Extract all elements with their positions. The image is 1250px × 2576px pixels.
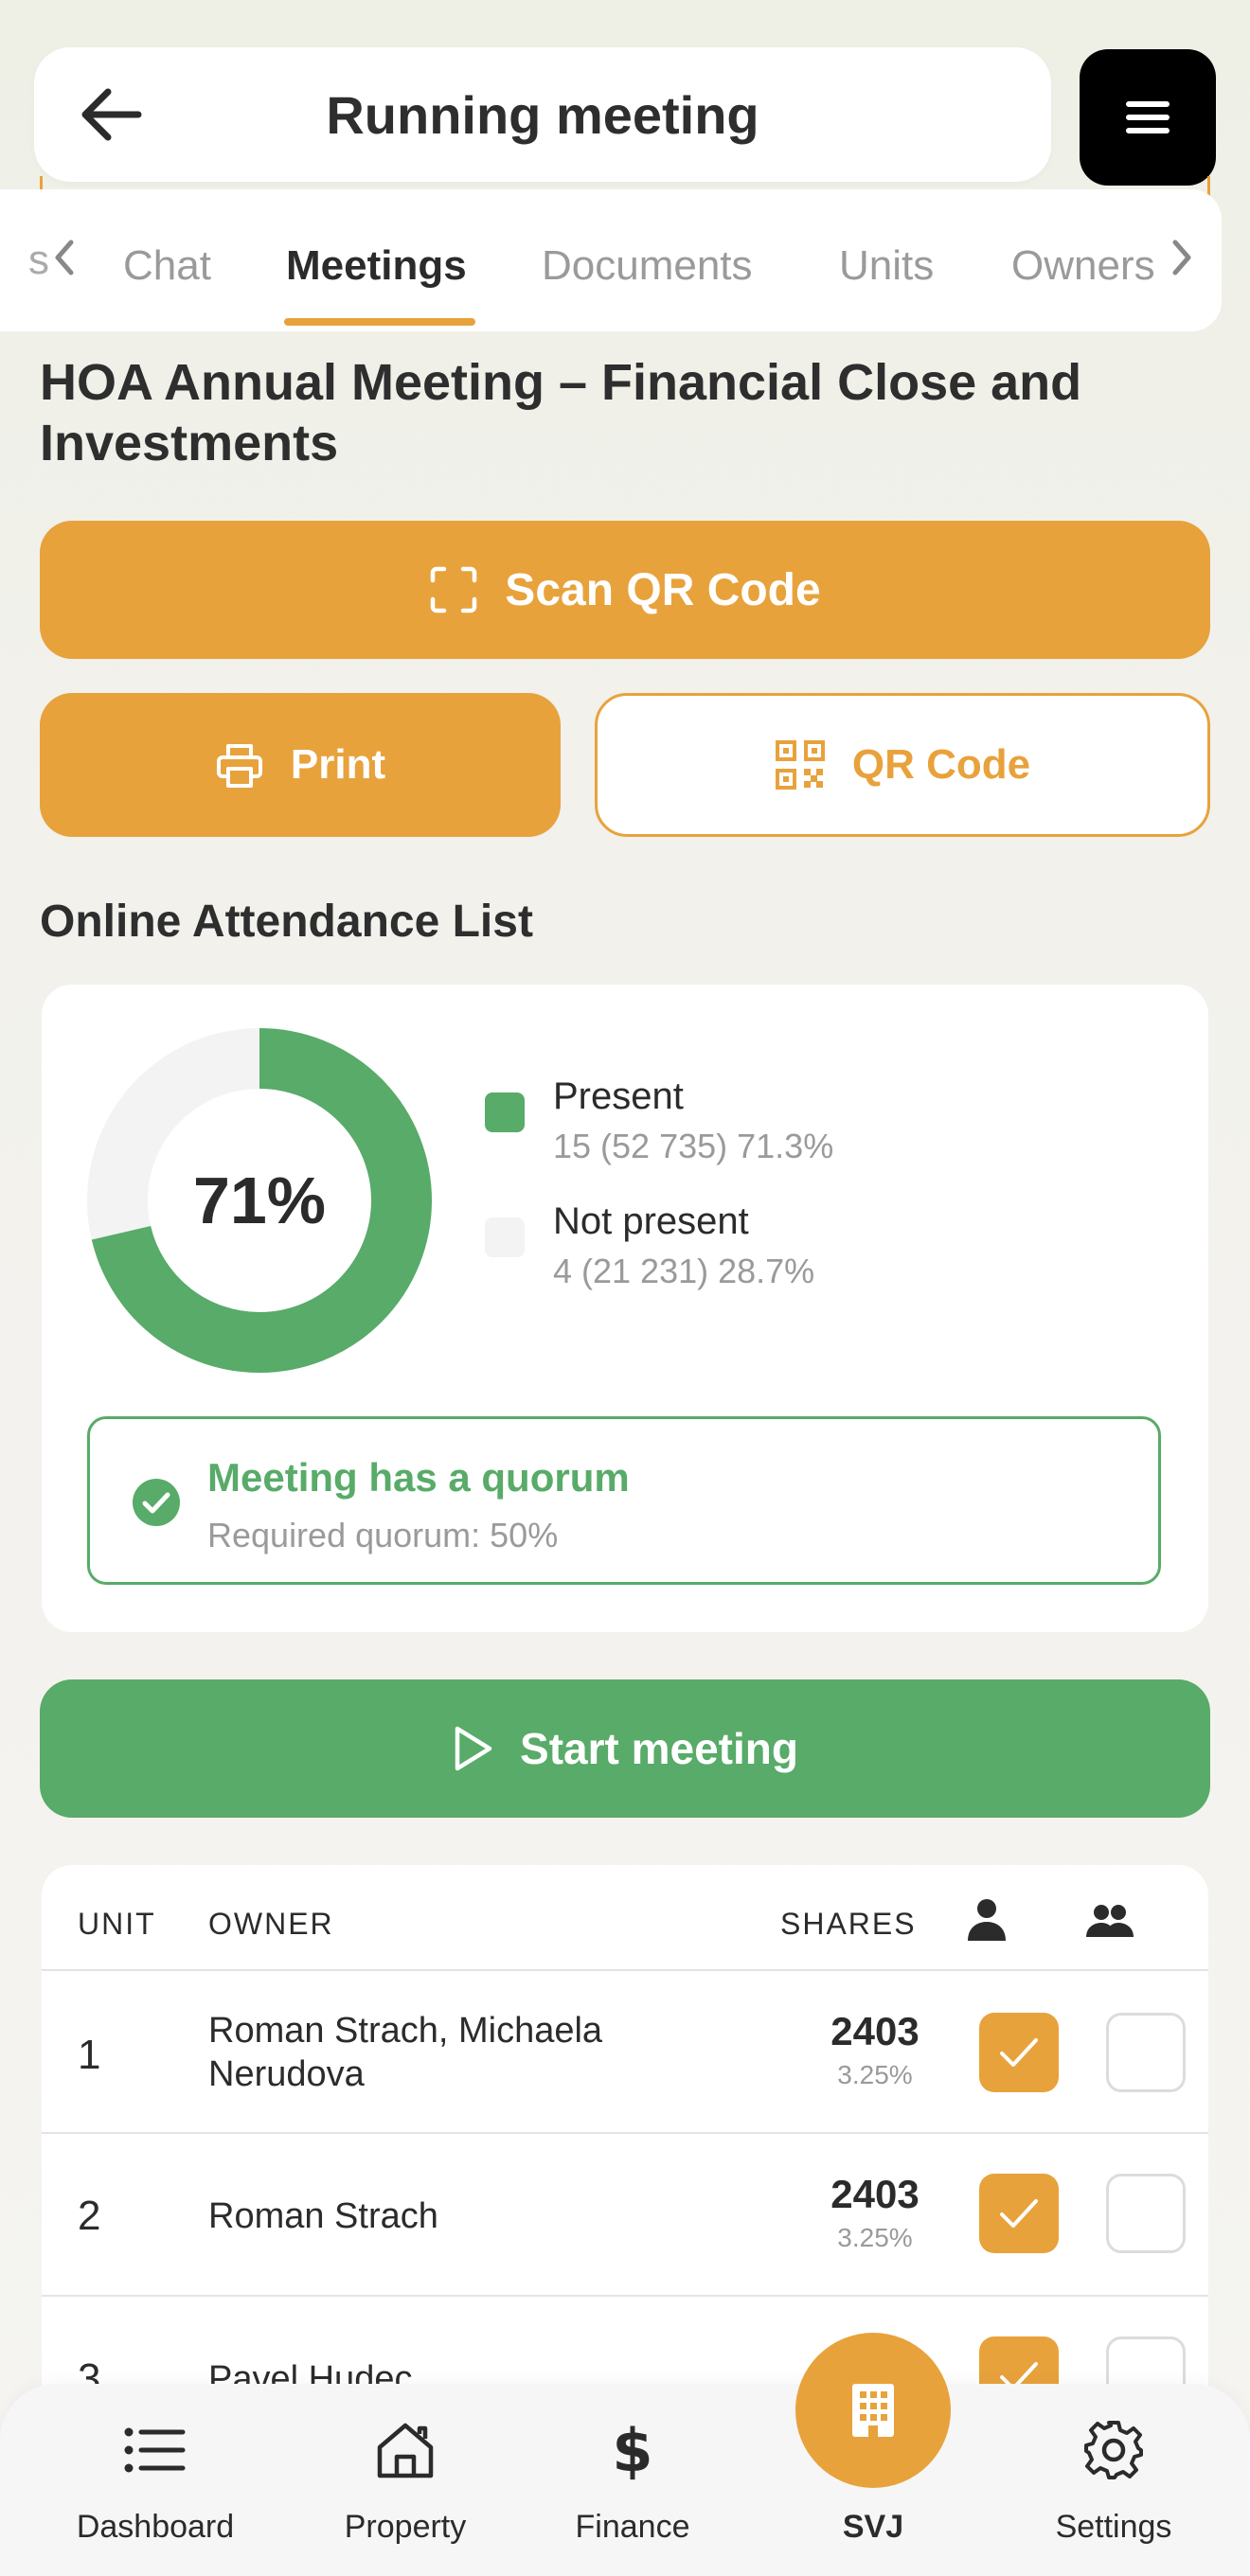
- bottom-nav: Dashboard Property $ Finance SVJ Setting…: [0, 2384, 1250, 2576]
- group-icon: [1086, 1905, 1134, 1937]
- tab-bar[interactable]: s Chat Meetings Documents Units Owners: [0, 189, 1222, 331]
- quorum-title: Meeting has a quorum: [207, 1455, 630, 1500]
- qr-code-button[interactable]: QR Code: [595, 693, 1210, 837]
- start-meeting-button[interactable]: Start meeting: [40, 1679, 1210, 1818]
- print-label: Print: [290, 741, 386, 788]
- nav-dashboard-label: Dashboard: [76, 2509, 235, 2545]
- table-row[interactable]: 2 Roman Strach 2403 3.25%: [42, 2134, 1208, 2297]
- unit-cell: 1: [78, 2032, 101, 2078]
- owner-cell: Roman Strach: [208, 2196, 438, 2236]
- attendance-card: 71% Present 15 (52 735) 71.3% Not presen…: [42, 985, 1208, 1632]
- hamburger-icon: [1126, 101, 1170, 133]
- present-checkbox[interactable]: [979, 2174, 1059, 2253]
- col-header-shares: SHARES: [780, 1907, 917, 1941]
- scan-qr-button[interactable]: Scan QR Code: [40, 521, 1210, 659]
- legend-not-present-swatch: [485, 1217, 525, 1257]
- printer-icon: [216, 744, 262, 788]
- start-meeting-label: Start meeting: [520, 1724, 798, 1773]
- unit-cell: 2: [78, 2193, 101, 2239]
- home-icon: [371, 2416, 439, 2484]
- legend-present-name: Present: [553, 1075, 684, 1117]
- top-header: Running meeting: [34, 47, 1051, 182]
- tab-chat[interactable]: Chat: [123, 242, 211, 290]
- chevron-right-icon[interactable]: [1163, 239, 1201, 276]
- page-title: Running meeting: [326, 84, 759, 145]
- tab-units[interactable]: Units: [839, 242, 934, 290]
- chevron-left-icon[interactable]: [45, 239, 83, 276]
- list-icon: [121, 2416, 189, 2484]
- scan-qr-label: Scan QR Code: [505, 564, 821, 615]
- tab-meetings[interactable]: Meetings: [286, 242, 467, 290]
- tab-documents[interactable]: Documents: [542, 242, 753, 290]
- nav-finance[interactable]: $ Finance: [519, 2384, 746, 2576]
- print-button[interactable]: Print: [40, 693, 561, 837]
- arrow-left-icon: [81, 88, 142, 141]
- shares-percent: 3.25%: [837, 2060, 913, 2089]
- svj-fab-button[interactable]: [795, 2333, 951, 2488]
- present-checkbox[interactable]: [979, 2013, 1059, 2092]
- quorum-status: Meeting has a quorum Required quorum: 50…: [87, 1416, 1161, 1585]
- building-icon: [852, 2384, 894, 2437]
- legend-not-present-detail: 4 (21 231) 28.7%: [553, 1252, 815, 1290]
- qr-code-icon: [775, 740, 825, 790]
- shares-cell: 2403: [830, 2172, 920, 2216]
- proxy-checkbox[interactable]: [1106, 2013, 1186, 2092]
- nav-svj-label: SVJ: [842, 2509, 904, 2545]
- nav-property-label: Property: [344, 2509, 467, 2545]
- attendance-title: Online Attendance List: [40, 897, 533, 947]
- menu-button[interactable]: [1080, 49, 1216, 186]
- gear-icon: [1080, 2416, 1148, 2484]
- nav-property[interactable]: Property: [292, 2384, 519, 2576]
- shares-cell: 2403: [830, 2009, 920, 2053]
- proxy-checkbox[interactable]: [1106, 2174, 1186, 2253]
- play-icon: [455, 1726, 492, 1771]
- table-row[interactable]: 1 Roman Strach, Michaela Nerudova 2403 3…: [42, 1971, 1208, 2134]
- nav-finance-label: Finance: [575, 2509, 690, 2545]
- col-header-owner: OWNER: [208, 1907, 334, 1941]
- tab-owners[interactable]: Owners: [1011, 242, 1155, 290]
- nav-settings[interactable]: Settings: [1000, 2384, 1227, 2576]
- quorum-required: Required quorum: 50%: [207, 1516, 559, 1554]
- legend-not-present-name: Not present: [553, 1200, 749, 1242]
- col-header-unit: UNIT: [78, 1907, 156, 1941]
- legend-present-swatch: [485, 1093, 525, 1132]
- legend-present-detail: 15 (52 735) 71.3%: [553, 1127, 834, 1165]
- scan-icon: [431, 566, 477, 613]
- meeting-heading: HOA Annual Meeting – Financial Close and…: [40, 354, 1082, 471]
- owner-cell: Roman Strach, Michaela Nerudova: [208, 2011, 603, 2094]
- back-button[interactable]: [76, 80, 146, 150]
- check-icon: [1000, 2038, 1038, 2067]
- dollar-icon: $: [612, 2415, 653, 2485]
- check-icon: [1000, 2199, 1038, 2228]
- shares-percent: 3.25%: [837, 2223, 913, 2252]
- active-tab-indicator: [284, 318, 475, 326]
- check-circle-icon: [133, 1479, 180, 1526]
- person-icon: [968, 1899, 1006, 1941]
- qr-code-label: QR Code: [851, 741, 1031, 788]
- attendance-percent: 71%: [192, 1164, 327, 1237]
- nav-dashboard[interactable]: Dashboard: [42, 2384, 269, 2576]
- nav-settings-label: Settings: [1055, 2509, 1172, 2545]
